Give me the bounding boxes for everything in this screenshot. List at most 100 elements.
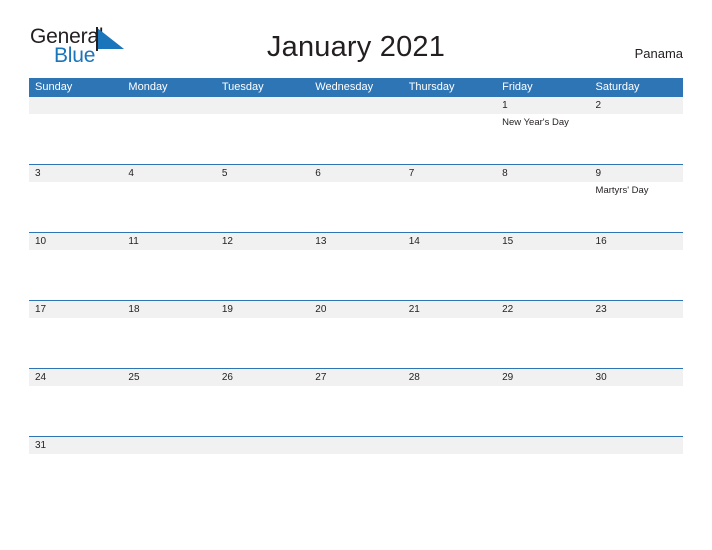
week-date-strip: 3 4 5 6 7 8 9 (29, 165, 683, 182)
day-number: 15 (502, 236, 514, 247)
day-cell[interactable]: 4 (122, 165, 215, 182)
day-cell[interactable]: 29 (496, 369, 589, 386)
day-cell[interactable]: 18 (122, 301, 215, 318)
day-events-cell (496, 250, 589, 300)
week-date-strip: 12 (29, 97, 683, 114)
day-cell[interactable]: 26 (216, 369, 309, 386)
day-events-cell (309, 182, 402, 232)
day-cell[interactable]: 25 (122, 369, 215, 386)
day-cell[interactable]: 7 (403, 165, 496, 182)
day-cell[interactable]: 13 (309, 233, 402, 250)
holiday-event-label: Martyrs' Day (595, 185, 649, 196)
day-events-cell (496, 386, 589, 436)
day-events-cell (29, 318, 122, 368)
day-cell[interactable]: 30 (590, 369, 683, 386)
day-cell (216, 97, 309, 114)
day-cell[interactable]: 15 (496, 233, 589, 250)
weekday-saturday: Saturday (595, 81, 640, 93)
day-events-cell (590, 114, 683, 164)
day-cell (590, 437, 683, 454)
day-events-cell (29, 454, 122, 464)
calendar-week-row: 3 4 5 6 7 8 9 Martyrs' Day (29, 164, 683, 232)
day-number: 19 (221, 304, 233, 315)
week-date-strip: 24 25 26 27 28 29 30 (29, 369, 683, 386)
day-cell[interactable]: 8 (496, 165, 589, 182)
day-events-cell (403, 182, 496, 232)
day-number: 5 (221, 168, 228, 179)
day-cell[interactable]: 2 (590, 97, 683, 114)
week-date-strip: 31 (29, 437, 683, 454)
day-cell[interactable]: 27 (309, 369, 402, 386)
day-cell[interactable]: 20 (309, 301, 402, 318)
weekday-friday: Friday (502, 81, 533, 93)
weekday-sunday: Sunday (35, 81, 73, 93)
day-events-cell (309, 318, 402, 368)
day-events-cell (496, 318, 589, 368)
day-number: 8 (502, 168, 508, 179)
day-cell[interactable]: 1 (496, 97, 589, 114)
day-events-cell (590, 454, 683, 464)
day-events-cell (216, 250, 309, 300)
day-events-cell (496, 182, 589, 232)
day-cell[interactable]: 31 (29, 437, 122, 454)
day-number: 6 (315, 168, 321, 179)
day-cell[interactable]: 6 (309, 165, 402, 182)
day-number: 13 (315, 236, 327, 247)
calendar-week-row: 31 (29, 436, 683, 465)
day-cell[interactable]: 17 (29, 301, 122, 318)
day-events-cell (216, 182, 309, 232)
page-header: General Blue January 2021 Panama (0, 0, 712, 67)
day-number: 31 (35, 440, 47, 451)
day-events-cell (122, 318, 215, 368)
day-cell[interactable]: 5 (216, 165, 309, 182)
day-cell[interactable]: 10 (29, 233, 122, 250)
week-events-strip (29, 454, 683, 464)
day-events-cell (309, 114, 402, 164)
day-cell[interactable]: 3 (29, 165, 122, 182)
holiday-event-label: New Year's Day (502, 117, 569, 128)
day-number: 4 (128, 168, 134, 179)
calendar-week-row: 24 25 26 27 28 29 30 (29, 368, 683, 436)
day-events-cell (122, 250, 215, 300)
day-cell[interactable]: 22 (496, 301, 589, 318)
day-cell (216, 437, 309, 454)
day-cell[interactable]: 14 (403, 233, 496, 250)
day-events-cell (309, 386, 402, 436)
day-cell[interactable]: 16 (590, 233, 683, 250)
day-events-cell (309, 250, 402, 300)
day-events-cell (309, 454, 402, 464)
day-events-cell (403, 386, 496, 436)
day-cell (309, 437, 402, 454)
week-events-strip: Martyrs' Day (29, 182, 683, 232)
day-cell[interactable]: 9 (590, 165, 683, 182)
day-number: 22 (502, 304, 514, 315)
day-cell[interactable]: 11 (122, 233, 215, 250)
weekday-thursday: Thursday (408, 81, 455, 93)
week-events-strip (29, 250, 683, 300)
day-number: 18 (128, 304, 140, 315)
day-events-cell (590, 386, 683, 436)
day-cell (29, 97, 122, 114)
day-events-cell (122, 182, 215, 232)
day-cell[interactable]: 19 (216, 301, 309, 318)
day-cell (403, 437, 496, 454)
day-cell[interactable]: 23 (590, 301, 683, 318)
weekday-wednesday: Wednesday (315, 81, 374, 93)
day-events-cell (122, 386, 215, 436)
day-cell[interactable]: 21 (403, 301, 496, 318)
day-events-cell (216, 386, 309, 436)
day-cell[interactable]: 12 (216, 233, 309, 250)
calendar-week-row: 1 2 New Year's Day (29, 97, 683, 164)
day-events-cell (29, 250, 122, 300)
calendar-week-row: 10 11 12 13 14 15 16 (29, 232, 683, 300)
day-cell[interactable]: 24 (29, 369, 122, 386)
day-number: 25 (128, 372, 140, 383)
day-events-cell (403, 454, 496, 464)
day-cell[interactable]: 28 (403, 369, 496, 386)
day-number: 2 (595, 100, 602, 111)
day-number: 17 (35, 304, 47, 315)
day-number: 27 (315, 372, 327, 383)
day-number: 20 (315, 304, 327, 315)
calendar-week-row: 17 18 19 20 21 22 23 (29, 300, 683, 368)
calendar-weeks: 1 2 New Year's Day 3 4 5 6 7 8 9 Martyrs' Day 10 11 1… (29, 97, 683, 465)
